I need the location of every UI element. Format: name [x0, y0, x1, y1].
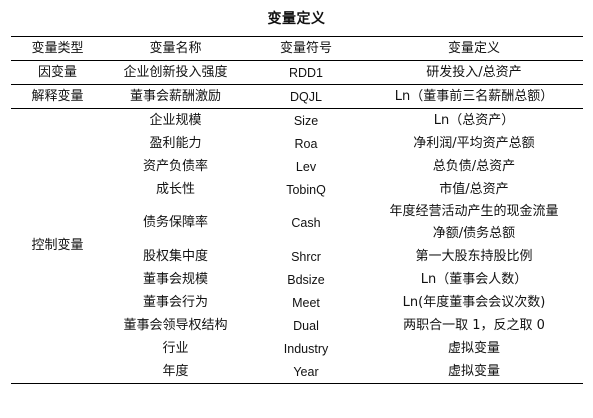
variable-symbol-cell: Lev — [295, 159, 317, 174]
variable-name-cell: 股权集中度 — [142, 248, 208, 264]
variable-definition-cell: Ln（总资产） — [433, 112, 515, 128]
variable-definition-cell: 两职合一取 1，反之取 0 — [403, 317, 545, 333]
definition-line: 净额/债务总额 — [432, 226, 516, 241]
variable-name-cell: 年度 — [104, 360, 247, 384]
variable-definition-cell: 总负债/总资产 — [432, 158, 516, 174]
header-variable-symbol: 变量符号 — [247, 36, 365, 61]
table-title: 变量定义 — [267, 11, 326, 27]
variable-name-cell: 董事会领导权结构 — [123, 317, 228, 333]
variable-name-cell: 盈利能力 — [149, 135, 202, 151]
variable-definition-cell: 虚拟变量 — [447, 340, 500, 356]
variable-definition-cell: Ln(年度董事会会议次数) — [402, 294, 546, 310]
variable-name-cell: 资产负债率 — [142, 158, 208, 174]
variable-symbol-cell: Industry — [283, 341, 329, 356]
variable-symbol-cell: Year — [247, 360, 365, 384]
variable-symbol-cell: Cash — [291, 216, 321, 230]
table-row: 因变量 企业创新投入强度 RDD1 研发投入/总资产 — [11, 60, 583, 85]
variable-type-cell: 因变量 — [11, 60, 104, 85]
variable-name-cell: 企业规模 — [149, 112, 202, 128]
variable-symbol-cell: TobinQ — [286, 182, 326, 197]
variable-name-cell: 企业创新投入强度 — [104, 60, 247, 85]
header-variable-name: 变量名称 — [104, 36, 247, 61]
variable-symbol-cell: Meet — [292, 295, 320, 310]
variable-definition-cell: Ln（董事前三名薪酬总额） — [365, 84, 583, 109]
variable-name-cell: 董事会薪酬激励 — [104, 84, 247, 109]
variable-definition-cell: 第一大股东持股比例 — [415, 248, 533, 264]
table-row: 解释变量 董事会薪酬激励 DQJL Ln（董事前三名薪酬总额） — [11, 84, 583, 109]
variable-definition-table: 变量类型 变量名称 变量符号 变量定义 因变量 企业创新投入强度 RDD1 研发… — [11, 36, 583, 384]
header-variable-type: 变量类型 — [11, 36, 104, 61]
variable-type-cell: 解释变量 — [11, 84, 104, 109]
variable-name-cell: 债务保障率 — [142, 215, 208, 230]
variable-name-cell: 董事会行为 — [142, 294, 208, 310]
variable-symbol-cell: Shrcr — [291, 249, 321, 264]
variable-definition-cell: 净利润/平均资产总额 — [413, 135, 535, 151]
variable-definition-cell: Ln（董事会人数） — [420, 271, 528, 287]
variable-symbol-cell: Dual — [293, 318, 319, 333]
variable-definition-cell: 市值/总资产 — [439, 181, 509, 197]
variable-type-cell: 控制变量 — [11, 108, 104, 384]
table-row: 控制变量 企业规模 Size Ln（总资产） — [11, 108, 583, 384]
variable-symbol-cell: Bdsize — [287, 272, 325, 287]
variable-symbol-cell: RDD1 — [247, 60, 365, 85]
variable-name-cell: 行业 — [162, 340, 189, 356]
variable-name-cell: 成长性 — [155, 181, 195, 197]
variable-definition-cell: 年度经营活动产生的现金流量 净额/债务总额 — [365, 201, 583, 245]
variable-symbol-cell: Roa — [294, 136, 318, 151]
header-variable-definition: 变量定义 — [365, 36, 583, 61]
variable-definition-cell: 研发投入/总资产 — [365, 60, 583, 85]
variable-symbol-cell: DQJL — [247, 84, 365, 109]
definition-line: 年度经营活动产生的现金流量 — [389, 204, 559, 219]
table-header-row: 变量类型 变量名称 变量符号 变量定义 — [11, 36, 583, 61]
variable-name-cell: 董事会规模 — [142, 271, 208, 287]
variable-definition-cell: 虚拟变量 — [365, 360, 583, 384]
variable-symbol-cell: Size — [293, 113, 319, 128]
